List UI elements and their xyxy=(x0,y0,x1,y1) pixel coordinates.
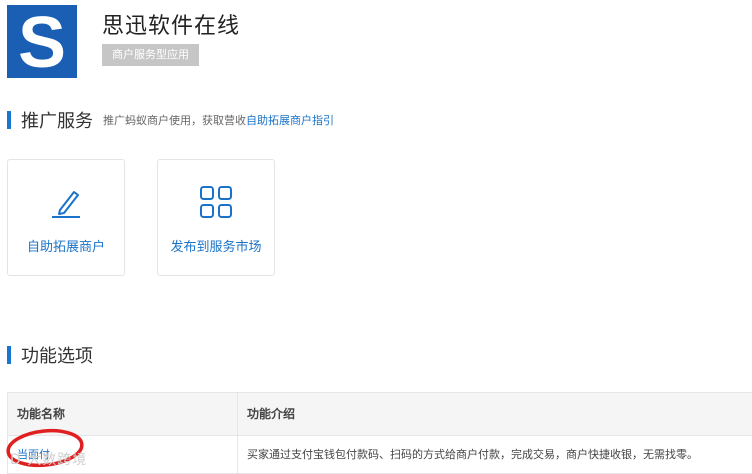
features-section-title: 功能选项 xyxy=(21,346,93,367)
table-header-row: 功能名称 功能介绍 xyxy=(8,393,752,436)
features-section-header: 功能选项 xyxy=(7,342,93,368)
section-accent-bar xyxy=(7,346,11,364)
card-label: 自助拓展商户 xyxy=(26,240,105,255)
table-row: 当面付 买家通过支付宝钱包付款码、扫码的方式给商户付款，完成交易，商户快捷收银，… xyxy=(8,436,752,474)
app-logo-letter: S xyxy=(17,2,67,83)
promo-desc-text: 推广蚂蚁商户使用，获取营收 xyxy=(103,114,246,127)
promo-section-desc: 推广蚂蚁商户使用，获取营收自助拓展商户指引 xyxy=(103,112,334,128)
app-type-badge: 商户服务型应用 xyxy=(102,44,199,66)
card-label: 发布到服务市场 xyxy=(170,240,262,255)
features-table: 功能名称 功能介绍 当面付 买家通过支付宝钱包付款码、扫码的方式给商户付款，完成… xyxy=(7,392,752,474)
watermark-text: D 大数跨境 xyxy=(10,452,88,468)
promo-section-title: 推广服务 xyxy=(21,111,93,132)
app-title: 思迅软件在线 xyxy=(102,14,241,39)
grid-icon xyxy=(198,184,234,224)
section-accent-bar xyxy=(7,111,11,129)
pencil-icon xyxy=(48,184,84,224)
merchant-guide-link[interactable]: 自助拓展商户指引 xyxy=(246,114,334,127)
feature-intro-cell: 买家通过支付宝钱包付款码、扫码的方式给商户付款，完成交易，商户快捷收银，无需找零… xyxy=(238,436,752,474)
self-expand-merchant-card[interactable]: 自助拓展商户 xyxy=(7,159,125,276)
publish-to-market-card[interactable]: 发布到服务市场 xyxy=(157,159,275,276)
column-header-intro: 功能介绍 xyxy=(238,393,752,436)
app-logo: S xyxy=(7,2,77,83)
promo-section-header: 推广服务 推广蚂蚁商户使用，获取营收自助拓展商户指引 xyxy=(7,107,334,133)
